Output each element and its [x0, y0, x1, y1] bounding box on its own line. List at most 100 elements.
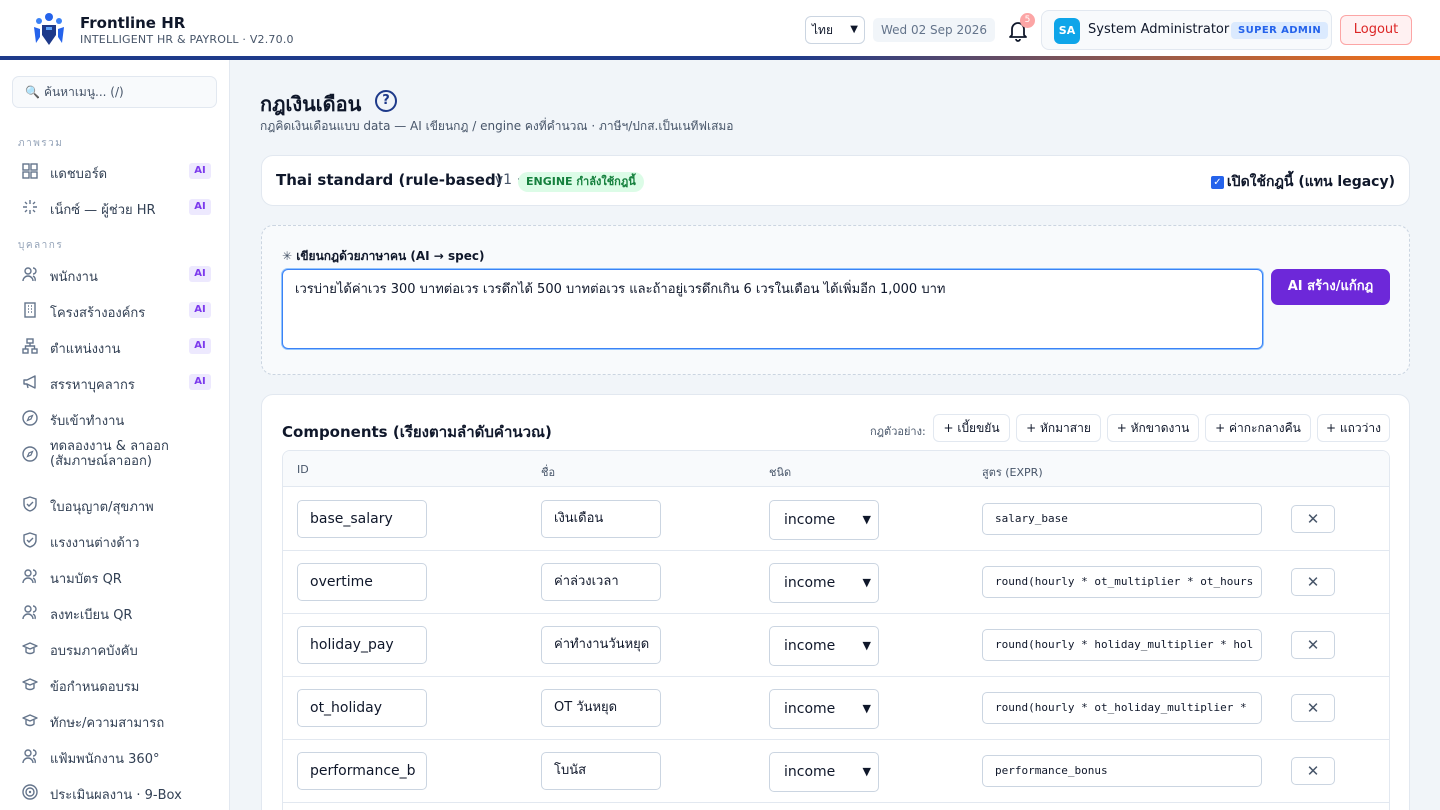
- component-type-select[interactable]: income ▼: [769, 500, 879, 540]
- shield-check-icon: [23, 532, 37, 548]
- component-type-value: income: [784, 512, 836, 528]
- component-type-select[interactable]: income ▼: [769, 626, 879, 666]
- ai-generate-button[interactable]: AI สร้าง/แก้กฎ: [1271, 269, 1390, 305]
- sidebar-item[interactable]: ตำแหน่งงาน AI: [10, 331, 220, 361]
- component-type-select[interactable]: income ▼: [769, 563, 879, 603]
- component-name-input[interactable]: ค่าทำงานวันหยุด: [541, 626, 661, 664]
- checkbox-checked-icon[interactable]: ✓: [1210, 176, 1224, 189]
- example-chip-empty-row[interactable]: + แถวว่าง: [1317, 414, 1390, 442]
- sidebar-item[interactable]: โครงสร้างองค์กร AI: [10, 295, 220, 325]
- sidebar-item-label: แรงงานต่างด้าว: [50, 536, 140, 551]
- component-type-select[interactable]: income ▼: [769, 752, 879, 792]
- component-name-input[interactable]: OT วันหยุด: [541, 689, 661, 727]
- table-row: performance_b โบนัส income ▼ performance_bon…: [283, 740, 1389, 803]
- page-subtitle: กฎคิดเงินเดือนแบบ data — AI เขียนกฎ / en…: [260, 119, 734, 133]
- sidebar-item[interactable]: ประเมินผลงาน · 9-Box: [10, 777, 220, 807]
- megaphone-icon: [23, 375, 36, 389]
- enable-rule-toggle[interactable]: ✓ เปิดใช้กฎนี้ (แทน legacy): [1210, 171, 1395, 193]
- component-type-value: income: [784, 701, 836, 717]
- engine-card: Thai standard (rule-based) · v1 · ENGINE…: [261, 155, 1410, 206]
- sidebar-item[interactable]: แดชบอร์ด AI: [10, 156, 220, 186]
- example-chip-night-shift[interactable]: + ค่ากะกลางคืน: [1205, 414, 1311, 442]
- delete-row-button[interactable]: ✕: [1291, 757, 1335, 785]
- component-name-input[interactable]: เงินเดือน: [541, 500, 661, 538]
- sidebar-item[interactable]: ทักษะ/ความสามารถ: [10, 705, 220, 735]
- sidebar-item[interactable]: ทดลองงาน & ลาออก (สัมภาษณ์ลาออก): [10, 439, 220, 469]
- ai-badge: AI: [189, 374, 211, 390]
- component-expr-input[interactable]: salary_base: [982, 503, 1262, 535]
- sidebar-item[interactable]: พนักงาน AI: [10, 259, 220, 289]
- component-type-select[interactable]: income ▼: [769, 689, 879, 729]
- chevron-down-icon: ▼: [862, 765, 871, 778]
- logout-button[interactable]: Logout: [1340, 15, 1412, 45]
- component-name-input[interactable]: โบนัส: [541, 752, 661, 790]
- sidebar-item-label: อบรมภาคบังคับ: [50, 644, 138, 659]
- sidebar-item[interactable]: รับเข้าทำงาน: [10, 403, 220, 433]
- app-subtitle: INTELLIGENT HR & PAYROLL · V2.70.0: [80, 33, 294, 46]
- component-id-input[interactable]: base_salary: [297, 500, 427, 538]
- top-bar: Frontline HR INTELLIGENT HR & PAYROLL · …: [0, 0, 1440, 60]
- graduation-cap-icon: [22, 642, 38, 655]
- example-chip-diligence[interactable]: + เบี้ยขยัน: [933, 414, 1010, 442]
- component-expr-input[interactable]: round(hourly * holiday_multiplier * hol: [982, 629, 1262, 661]
- sidebar-item-label: ใบอนุญาต/สุขภาพ: [50, 500, 154, 515]
- engine-version: · v1 ·: [486, 172, 521, 188]
- language-select[interactable]: ไทย ▼: [805, 16, 865, 44]
- sidebar-item-label: ทดลองงาน & ลาออก (สัมภาษณ์ลาออก): [50, 439, 169, 469]
- component-expr-input[interactable]: round(hourly * ot_multiplier * ot_hours: [982, 566, 1262, 598]
- sidebar-item[interactable]: ใบอนุญาต/สุขภาพ: [10, 489, 220, 519]
- sidebar-item-label: นามบัตร QR: [50, 572, 122, 587]
- table-row: overtime ค่าล่วงเวลา income ▼ round(hourly *…: [283, 551, 1389, 614]
- page-title: กฎเงินเดือน: [260, 92, 362, 116]
- shield-check-icon: [23, 496, 37, 512]
- ai-rule-textarea[interactable]: เวรบ่ายได้ค่าเวร 300 บาทต่อเวร เวรดึกได้…: [282, 269, 1263, 349]
- users-icon: [22, 267, 37, 282]
- ai-rule-writer: ✳ เขียนกฎด้วยภาษาคน (AI → spec) เวรบ่ายไ…: [261, 225, 1410, 375]
- search-icon: 🔍: [25, 85, 40, 99]
- sidebar-item[interactable]: อบรมภาคบังคับ: [10, 633, 220, 663]
- column-header-name: ชื่อ: [541, 466, 556, 479]
- component-id-input[interactable]: ot_holiday: [297, 689, 427, 727]
- example-chip-late-deduction[interactable]: + หักมาสาย: [1016, 414, 1101, 442]
- table-row: base_salary เงินเดือน income ▼ salary_base ✕: [283, 488, 1389, 551]
- graduation-cap-icon: [22, 714, 38, 727]
- component-type-value: income: [784, 575, 836, 591]
- component-id-input[interactable]: performance_b: [297, 752, 427, 790]
- component-id-input[interactable]: holiday_pay: [297, 626, 427, 664]
- chevron-down-icon: ▼: [850, 24, 858, 35]
- chevron-down-icon: ▼: [862, 639, 871, 652]
- user-menu[interactable]: SA System Administrator SUPER ADMIN: [1041, 10, 1332, 50]
- sidebar-item[interactable]: ลงทะเบียน QR: [10, 597, 220, 627]
- sidebar-item-label: รับเข้าทำงาน: [50, 414, 125, 429]
- delete-row-button[interactable]: ✕: [1291, 505, 1335, 533]
- sidebar-item-label: พนักงาน: [50, 270, 98, 285]
- ai-heading-text: เขียนกฎด้วยภาษาคน (AI → spec): [296, 249, 485, 263]
- grid-icon: [22, 163, 38, 179]
- delete-row-button[interactable]: ✕: [1291, 568, 1335, 596]
- ai-heading: ✳ เขียนกฎด้วยภาษาคน (AI → spec): [282, 247, 485, 266]
- app-title: Frontline HR: [80, 14, 186, 32]
- graduation-cap-icon: [22, 678, 38, 691]
- component-expr-input[interactable]: round(hourly * ot_holiday_multiplier *: [982, 692, 1262, 724]
- sidebar-item[interactable]: สรรหาบุคลากร AI: [10, 367, 220, 397]
- engine-name: Thai standard (rule-based): [276, 171, 503, 189]
- sidebar-item[interactable]: เน็กซ์ — ผู้ช่วย HR AI: [10, 192, 220, 222]
- help-icon[interactable]: ?: [375, 90, 397, 112]
- menu-search-input[interactable]: 🔍 ค้นหาเมนู... (/): [12, 76, 217, 108]
- sidebar-item-label: ข้อกำหนดอบรม: [50, 680, 140, 695]
- sidebar-item[interactable]: แฟ้มพนักงาน 360°: [10, 741, 220, 771]
- sidebar-item[interactable]: นามบัตร QR: [10, 561, 220, 591]
- section-people: บุคลากร: [18, 240, 64, 251]
- compass-icon: [22, 410, 38, 426]
- user-name: System Administrator: [1088, 22, 1230, 37]
- delete-row-button[interactable]: ✕: [1291, 631, 1335, 659]
- components-card: Components (เรียงตามลำดับคำนวณ) กฎตัวอย่…: [261, 394, 1410, 810]
- delete-row-button[interactable]: ✕: [1291, 694, 1335, 722]
- component-name-input[interactable]: ค่าล่วงเวลา: [541, 563, 661, 601]
- sidebar-item[interactable]: แรงงานต่างด้าว: [10, 525, 220, 555]
- example-chip-absence-deduction[interactable]: + หักขาดงาน: [1107, 414, 1199, 442]
- sidebar-item[interactable]: ข้อกำหนดอบรม: [10, 669, 220, 699]
- component-id-input[interactable]: overtime: [297, 563, 427, 601]
- table-header: ID ชื่อ ชนิด สูตร (EXPR): [283, 451, 1389, 487]
- component-expr-input[interactable]: performance_bonus: [982, 755, 1262, 787]
